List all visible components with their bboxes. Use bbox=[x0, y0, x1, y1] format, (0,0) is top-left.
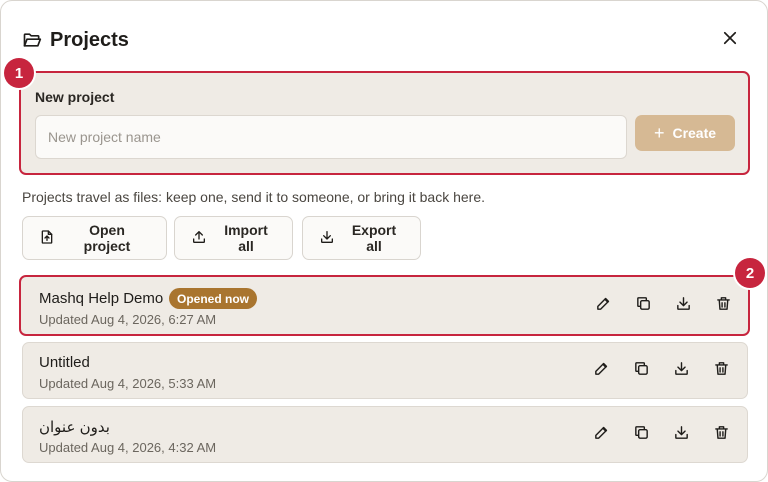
export-project-button[interactable] bbox=[665, 355, 697, 387]
project-updated: Updated Aug 4, 2026, 6:27 AM bbox=[39, 312, 217, 327]
copy-icon bbox=[633, 360, 650, 382]
project-updated: Updated Aug 4, 2026, 4:32 AM bbox=[39, 440, 217, 455]
project-row-untitled[interactable]: Untitled Updated Aug 4, 2026, 5:33 AM bbox=[22, 342, 748, 399]
duplicate-button[interactable] bbox=[625, 355, 657, 387]
export-all-label: Export all bbox=[351, 222, 397, 254]
project-row-mashq-help-demo[interactable]: Mashq Help Demo Opened now Updated Aug 4… bbox=[19, 275, 750, 336]
open-project-button[interactable]: Open project bbox=[22, 216, 167, 260]
copy-icon bbox=[635, 295, 652, 317]
export-all-button[interactable]: Export all bbox=[302, 216, 421, 260]
delete-button[interactable] bbox=[707, 290, 739, 322]
export-project-button[interactable] bbox=[665, 419, 697, 451]
project-name-input[interactable] bbox=[35, 115, 627, 159]
new-project-label: New project bbox=[35, 89, 115, 105]
trash-icon bbox=[713, 360, 730, 382]
trash-icon bbox=[713, 424, 730, 446]
delete-button[interactable] bbox=[705, 419, 737, 451]
close-button[interactable] bbox=[717, 27, 743, 53]
import-all-button[interactable]: Import all bbox=[174, 216, 293, 260]
plus-icon: + bbox=[653, 123, 665, 143]
project-name: Untitled bbox=[39, 354, 90, 371]
help-text: Projects travel as files: keep one, send… bbox=[22, 189, 486, 205]
close-icon bbox=[721, 29, 739, 52]
new-project-panel: New project + Create bbox=[19, 71, 750, 175]
pencil-icon bbox=[595, 295, 612, 317]
import-all-label: Import all bbox=[224, 222, 268, 254]
open-project-label: Open project bbox=[83, 222, 131, 254]
trash-icon bbox=[715, 295, 732, 317]
callout-badge-2: 2 bbox=[735, 258, 765, 288]
duplicate-button[interactable] bbox=[627, 290, 659, 322]
create-button[interactable]: + Create bbox=[635, 115, 735, 151]
export-project-button[interactable] bbox=[667, 290, 699, 322]
download-icon bbox=[673, 424, 690, 446]
projects-dialog: Projects New project + Create 1 Projects… bbox=[0, 0, 768, 482]
copy-icon bbox=[633, 424, 650, 446]
opened-now-badge: Opened now bbox=[169, 288, 257, 309]
project-row-arabic-untitled[interactable]: بدون عنوان Updated Aug 4, 2026, 4:32 AM bbox=[22, 406, 748, 463]
pencil-icon bbox=[593, 360, 610, 382]
download-icon bbox=[319, 229, 335, 248]
project-name: بدون عنوان bbox=[39, 419, 110, 436]
download-icon bbox=[675, 295, 692, 317]
delete-button[interactable] bbox=[705, 355, 737, 387]
rename-button[interactable] bbox=[585, 419, 617, 451]
rename-button[interactable] bbox=[585, 355, 617, 387]
folder-open-icon bbox=[22, 30, 42, 50]
project-name: Mashq Help Demo bbox=[39, 290, 164, 307]
download-icon bbox=[673, 360, 690, 382]
rename-button[interactable] bbox=[587, 290, 619, 322]
dialog-title: Projects bbox=[50, 29, 129, 51]
file-upload-icon bbox=[39, 229, 55, 248]
callout-badge-1: 1 bbox=[4, 58, 34, 88]
duplicate-button[interactable] bbox=[625, 419, 657, 451]
upload-icon bbox=[191, 229, 207, 248]
project-updated: Updated Aug 4, 2026, 5:33 AM bbox=[39, 376, 217, 391]
pencil-icon bbox=[593, 424, 610, 446]
create-button-label: Create bbox=[672, 125, 717, 141]
